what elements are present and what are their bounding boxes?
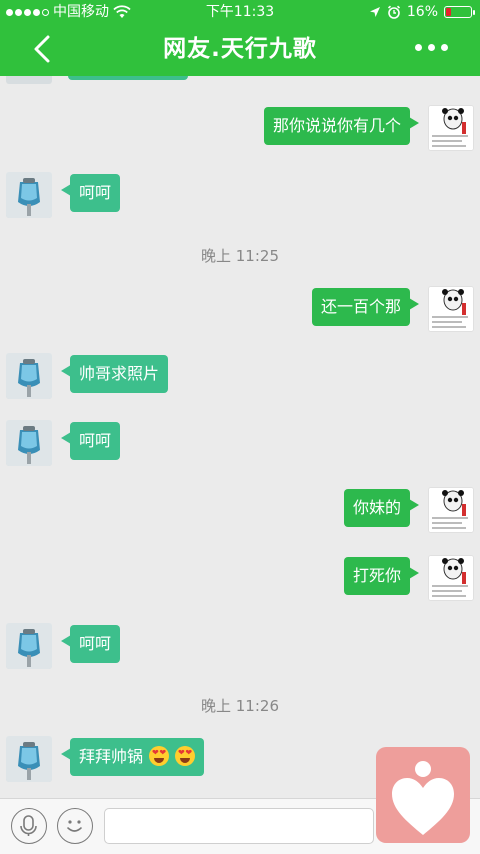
glass-bulb-avatar-image	[6, 172, 52, 218]
microphone-icon	[20, 815, 37, 836]
emoji-button[interactable]	[57, 808, 93, 844]
message-bubble-partial	[68, 76, 188, 80]
panda-meme-avatar-image	[429, 488, 473, 532]
carrier-name: 中国移动	[53, 4, 109, 20]
battery-percent: 16%	[406, 4, 438, 20]
friend-message-bubble[interactable]: 呵呵	[60, 174, 121, 212]
message-row: 那你说说你有几个	[0, 105, 480, 161]
alarm-clock-icon	[387, 5, 400, 19]
friend-message-bubble[interactable]: 呵呵	[60, 625, 121, 663]
glass-bulb-avatar-image	[6, 736, 52, 782]
chat-title: 网友.天行九歌	[163, 36, 317, 62]
message-timestamp: 晚上 11:25	[201, 247, 279, 265]
message-row: 你妹的	[0, 487, 480, 543]
friend-avatar-partial	[6, 76, 52, 84]
location-arrow-icon	[369, 7, 380, 17]
status-bar: 中国移动 下午11:33 16%	[0, 0, 480, 24]
my-avatar[interactable]	[428, 487, 474, 533]
glass-bulb-avatar-image	[6, 420, 52, 466]
more-options-icon[interactable]	[415, 44, 448, 51]
panda-meme-avatar-image	[429, 556, 473, 600]
my-message-bubble[interactable]: 打死你	[343, 557, 420, 595]
message-list[interactable]: 那你说说你有几个 呵呵 晚上 11:25 还一百个那 帅哥求照片 呵呵 你妹的 …	[0, 76, 480, 798]
message-row: 帅哥求照片	[0, 353, 480, 409]
message-text: 拜拜帅锅	[79, 747, 144, 766]
heart-eyes-emoji-icon	[175, 746, 196, 766]
friend-avatar[interactable]	[6, 420, 52, 466]
message-row: 呵呵	[0, 420, 480, 476]
friend-message-bubble[interactable]: 呵呵	[60, 422, 121, 460]
header-bar: 中国移动 下午11:33 16% 网友.天行九歌	[0, 0, 480, 76]
navigation-bar: 网友.天行九歌	[0, 24, 480, 76]
my-avatar[interactable]	[428, 555, 474, 601]
panda-meme-avatar-image	[429, 106, 473, 150]
my-avatar[interactable]	[428, 105, 474, 151]
glass-bulb-avatar-image	[6, 623, 52, 669]
wifi-icon	[113, 5, 131, 18]
my-message-bubble[interactable]: 你妹的	[343, 489, 420, 527]
friend-message-bubble[interactable]: 帅哥求照片	[60, 355, 169, 393]
friend-message-bubble[interactable]: 拜拜帅锅	[60, 738, 205, 776]
heart-person-icon	[392, 761, 454, 835]
heart-eyes-emoji-icon	[149, 746, 170, 766]
friend-avatar[interactable]	[6, 736, 52, 782]
glass-bulb-avatar-image	[6, 353, 52, 399]
message-row: 还一百个那	[0, 286, 480, 342]
panda-meme-avatar-image	[429, 287, 473, 331]
signal-strength-icon	[6, 8, 49, 16]
message-row: 打死你	[0, 555, 480, 611]
floating-heart-button[interactable]	[376, 747, 470, 843]
friend-avatar[interactable]	[6, 623, 52, 669]
friend-avatar[interactable]	[6, 353, 52, 399]
message-timestamp: 晚上 11:26	[201, 697, 279, 715]
message-row: 呵呵	[0, 623, 480, 679]
smiley-face-icon	[67, 820, 82, 832]
my-avatar[interactable]	[428, 286, 474, 332]
my-message-bubble[interactable]: 那你说说你有几个	[263, 107, 420, 145]
friend-avatar[interactable]	[6, 172, 52, 218]
message-input[interactable]	[104, 808, 374, 844]
voice-input-button[interactable]	[11, 808, 47, 844]
my-message-bubble[interactable]: 还一百个那	[311, 288, 420, 326]
battery-icon	[444, 6, 475, 18]
message-row: 呵呵	[0, 172, 480, 228]
